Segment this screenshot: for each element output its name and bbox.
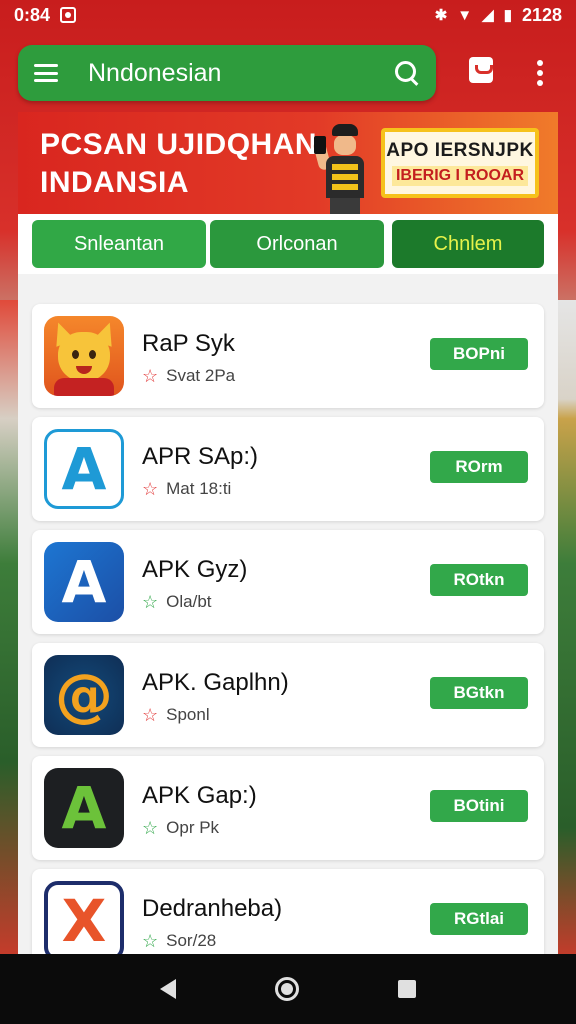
status-time: 0:84 [14, 4, 51, 25]
get-button[interactable]: BGtkn [430, 677, 528, 709]
app-list-item[interactable]: A APK Gyz) ☆ Ola/bt ROtkn [32, 530, 544, 634]
more-options-icon[interactable] [536, 60, 544, 86]
app-title: Nndonesian [88, 58, 222, 87]
app-meta-text: Ola/bt [166, 592, 212, 611]
main-panel: PCSAN UJIDQHAN INDANSIA APO IERSNJPK IBE… [18, 112, 558, 954]
battery-icon: ▮ [503, 7, 512, 24]
star-icon: ☆ [142, 705, 159, 725]
tab-1[interactable]: Snleantan [32, 220, 206, 268]
app-name: RaP Syk [142, 330, 235, 357]
app-list-item[interactable]: X Dedranheba) ☆ Sor/28 RGtlai [32, 869, 544, 954]
promo-box[interactable]: APO IERSNJPK IBERIG I ROOAR [381, 128, 539, 198]
app-list-item[interactable]: @ APK. Gaplhn) ☆ Sponl BGtkn [32, 643, 544, 747]
app-meta-text: Svat 2Pa [166, 366, 236, 385]
app-list: RaP Syk ☆ Svat 2Pa BOPni A APR SAp:) ☆ M… [32, 304, 544, 954]
status-bar: 0:84 ✱ ▼ ◢ ▮ 2128 [0, 0, 576, 30]
status-right: ✱ ▼ ◢ ▮ 2128 [435, 5, 562, 26]
app-name: APK Gap:) [142, 782, 257, 809]
app-list-item[interactable]: A APK Gap:) ☆ Opr Pk BOtini [32, 756, 544, 860]
get-button[interactable]: RGtlai [430, 903, 528, 935]
tab-2[interactable]: Orlconan [210, 220, 384, 268]
app-meta-text: Opr Pk [166, 818, 220, 837]
banner-title: PCSAN UJIDQHAN INDANSIA [40, 128, 318, 199]
app-name: APK. Gaplhn) [142, 669, 289, 696]
app-meta-text: Sor/28 [166, 931, 217, 950]
app-meta: ☆ Sor/28 [142, 931, 216, 951]
star-icon: ☆ [142, 366, 159, 386]
apk-x-icon: X [44, 881, 124, 954]
apk-a-dark-icon: A [44, 768, 124, 848]
get-button[interactable]: ROrm [430, 451, 528, 483]
get-button[interactable]: ROtkn [430, 564, 528, 596]
bluetooth-icon: ✱ [434, 7, 448, 24]
tab-3[interactable]: Chnlem [392, 220, 544, 268]
wifi-icon: ▼ [457, 6, 473, 24]
app-search-bar: Nndonesian [18, 45, 436, 101]
app-meta: ☆ Ola/bt [142, 592, 212, 612]
app-meta-text: Sponl [166, 705, 210, 724]
app-meta-text: Mat 18:ti [166, 479, 232, 498]
app-meta: ☆ Sponl [142, 705, 210, 725]
back-icon[interactable] [159, 979, 176, 999]
app-name: Dedranheba) [142, 895, 283, 922]
app-meta: ☆ Svat 2Pa [142, 366, 235, 386]
star-icon: ☆ [142, 479, 159, 499]
app-list-item[interactable]: A APR SAp:) ☆ Mat 18:ti ROrm [32, 417, 544, 521]
status-left: 0:84 [14, 4, 77, 26]
notification-icon [60, 7, 77, 23]
get-button[interactable]: BOPni [430, 338, 528, 370]
app-name: APK Gyz) [142, 556, 248, 583]
apk-a-blue-icon: A [44, 542, 124, 622]
apk-a-icon: A [44, 429, 124, 509]
search-icon[interactable] [394, 60, 420, 86]
status-battery-text: 2128 [521, 4, 562, 25]
app-meta: ☆ Mat 18:ti [142, 479, 231, 499]
system-nav-bar [0, 954, 576, 1024]
star-icon: ☆ [142, 818, 159, 838]
fox-mascot-icon [44, 316, 124, 396]
app-meta: ☆ Opr Pk [142, 818, 219, 838]
home-icon[interactable] [274, 977, 299, 1001]
star-icon: ☆ [142, 931, 159, 951]
recents-icon[interactable] [398, 980, 417, 998]
promo-line-1: APO IERSNJPK [386, 140, 534, 161]
promo-banner[interactable]: PCSAN UJIDQHAN INDANSIA APO IERSNJPK IBE… [18, 112, 558, 214]
get-button[interactable]: BOtini [430, 790, 528, 822]
guard-illustration [312, 122, 374, 214]
promo-line-2: IBERIG I ROOAR [391, 166, 528, 186]
hamburger-menu-icon[interactable] [34, 64, 58, 82]
apk-swirl-icon: @ [44, 655, 124, 735]
category-tabs: Snleantan Orlconan Chnlem [18, 214, 558, 274]
app-name: APR SAp:) [142, 443, 259, 470]
shopping-bag-icon[interactable] [469, 57, 493, 83]
app-list-item[interactable]: RaP Syk ☆ Svat 2Pa BOPni [32, 304, 544, 408]
star-icon: ☆ [142, 592, 159, 612]
signal-icon: ◢ [482, 7, 494, 24]
